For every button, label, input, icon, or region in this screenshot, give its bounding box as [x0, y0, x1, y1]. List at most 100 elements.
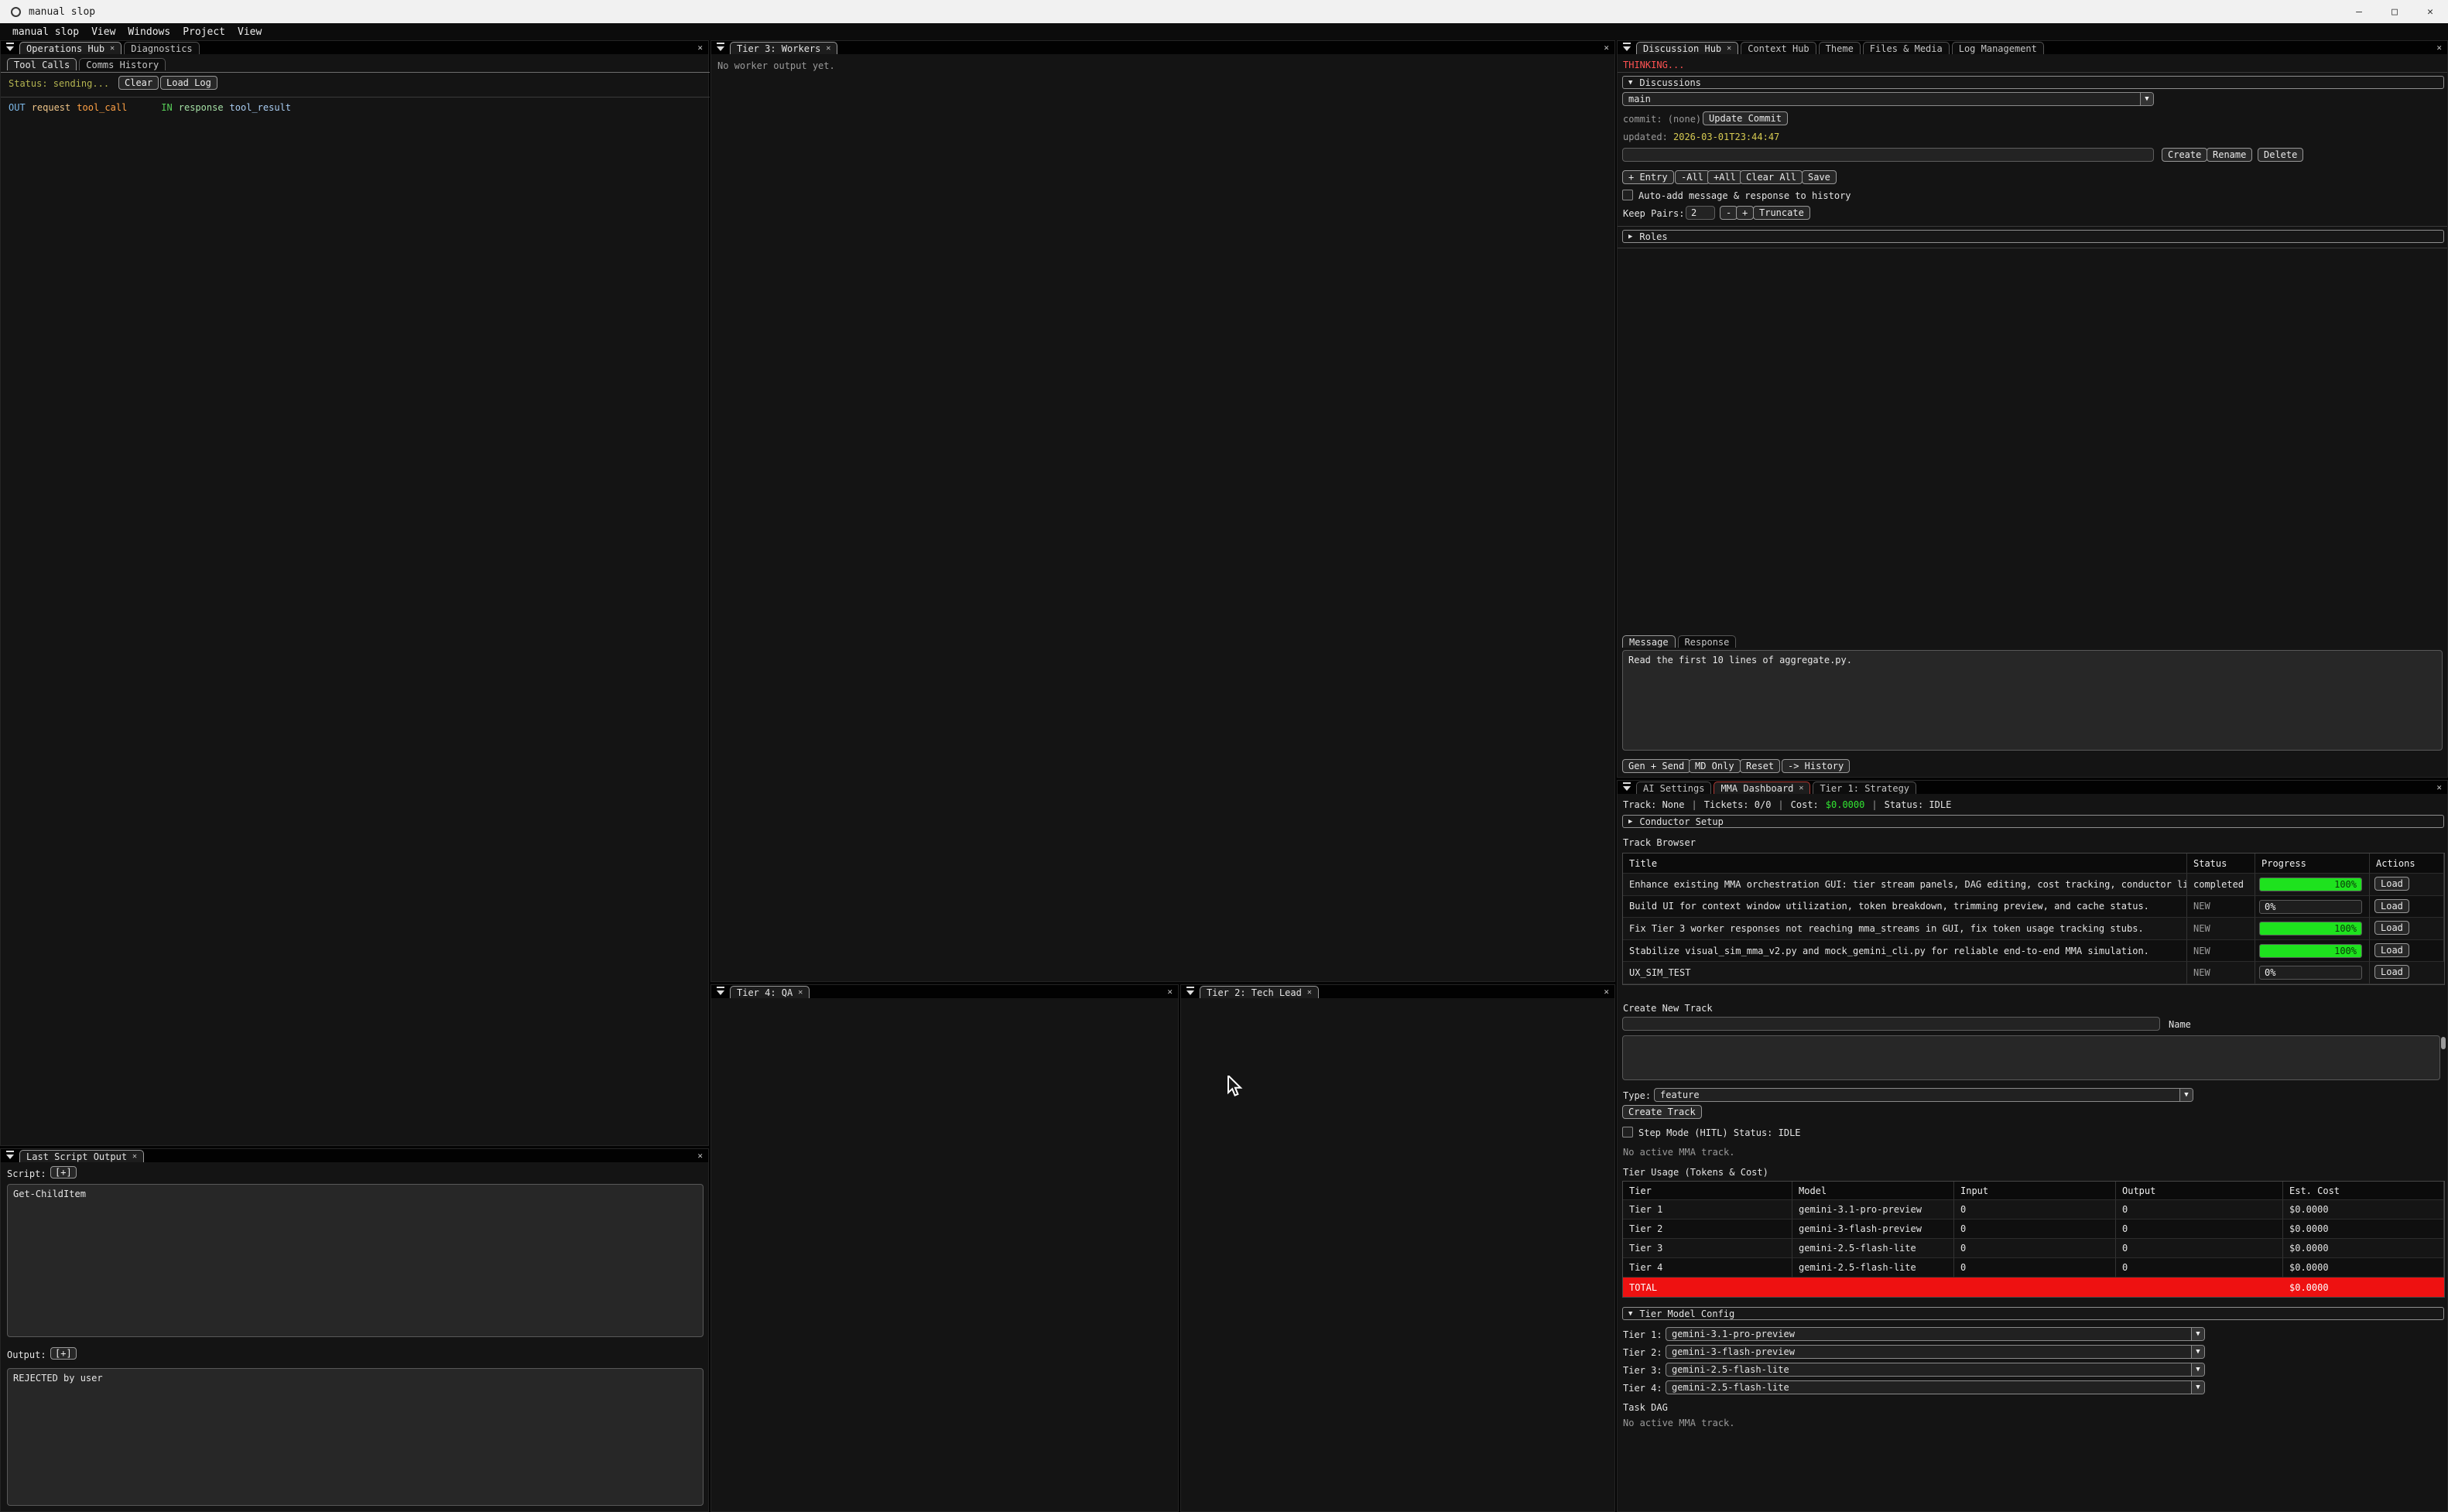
tab-close-icon[interactable]: ✕	[826, 44, 830, 53]
tier4-model-select[interactable]: gemini-2.5-flash-lite ▼	[1666, 1380, 2205, 1394]
keep-pairs-plus-button[interactable]: +	[1736, 206, 1754, 220]
tab-tier2-tech-lead[interactable]: Tier 2: Tech Lead ✕	[1200, 986, 1319, 998]
tab-close-icon[interactable]: ✕	[110, 44, 115, 53]
usage-cost: $0.0000	[2283, 1258, 2444, 1278]
script-textarea[interactable]: Get-ChildItem	[7, 1184, 704, 1337]
maximize-icon[interactable]: □	[2377, 0, 2412, 23]
close-icon[interactable]: ✕	[2412, 0, 2448, 23]
keep-pairs-input[interactable]	[1686, 206, 1715, 220]
tab-close-icon[interactable]: ✕	[798, 988, 803, 997]
dock-menu-icon[interactable]	[1621, 42, 1633, 53]
menu-project[interactable]: Project	[176, 26, 231, 38]
load-button[interactable]: Load	[2374, 943, 2409, 957]
tab-message[interactable]: Message	[1622, 635, 1676, 648]
panel-close-icon[interactable]: ✕	[2436, 43, 2442, 53]
dock-menu-icon[interactable]	[715, 986, 727, 997]
output-textarea[interactable]: REJECTED by user	[7, 1368, 704, 1506]
panel-close-icon[interactable]: ✕	[697, 1151, 703, 1161]
menu-windows[interactable]: Windows	[122, 26, 176, 38]
script-label: Script:	[7, 1168, 46, 1179]
tab-tool-calls[interactable]: Tool Calls	[7, 58, 77, 70]
panel-close-icon[interactable]: ✕	[2436, 782, 2442, 792]
panel-close-icon[interactable]: ✕	[1167, 987, 1173, 997]
load-button[interactable]: Load	[2374, 921, 2409, 935]
tab-context-hub[interactable]: Context Hub	[1741, 42, 1816, 54]
tab-comms-history[interactable]: Comms History	[79, 58, 166, 70]
status-track: Track: None	[1623, 799, 1684, 810]
tab-close-icon[interactable]: ✕	[1727, 44, 1731, 53]
tab-close-icon[interactable]: ✕	[132, 1152, 137, 1161]
minimize-icon[interactable]: —	[2341, 0, 2377, 23]
scrollbar-thumb[interactable]	[2441, 1037, 2446, 1049]
tab-files-media[interactable]: Files & Media	[1863, 42, 1950, 54]
usage-output: 0	[2116, 1200, 2283, 1220]
load-button[interactable]: Load	[2374, 965, 2409, 979]
truncate-button[interactable]: Truncate	[1753, 206, 1810, 220]
tab-close-icon[interactable]: ✕	[1799, 784, 1803, 792]
tab-close-icon[interactable]: ✕	[1307, 988, 1312, 997]
tab-theme[interactable]: Theme	[1819, 42, 1861, 54]
update-commit-button[interactable]: Update Commit	[1703, 111, 1788, 125]
md-only-button[interactable]: MD Only	[1689, 759, 1741, 773]
tier3-model-select[interactable]: gemini-2.5-flash-lite ▼	[1666, 1363, 2205, 1377]
rename-button[interactable]: Rename	[2207, 148, 2252, 162]
delete-button[interactable]: Delete	[2258, 148, 2303, 162]
dock-menu-icon[interactable]	[5, 42, 16, 53]
tab-response[interactable]: Response	[1678, 635, 1737, 648]
menu-view[interactable]: View	[85, 26, 122, 38]
track-name-input[interactable]	[1622, 1017, 2160, 1031]
menu-view-2[interactable]: View	[231, 26, 268, 38]
create-button[interactable]: Create	[2162, 148, 2207, 162]
dock-menu-icon[interactable]	[1185, 986, 1197, 997]
message-textarea[interactable]: Read the first 10 lines of aggregate.py.	[1622, 650, 2443, 751]
collapse-all-button[interactable]: -All	[1675, 170, 1710, 184]
keep-pairs-minus-button[interactable]: -	[1720, 206, 1738, 220]
panel-close-icon[interactable]: ✕	[1604, 43, 1609, 53]
gen-send-button[interactable]: Gen + Send	[1622, 759, 1690, 773]
save-button[interactable]: Save	[1802, 170, 1837, 184]
tier2-model-select[interactable]: gemini-3-flash-preview ▼	[1666, 1345, 2205, 1359]
tab-discussion-hub[interactable]: Discussion Hub ✕	[1636, 42, 1738, 54]
step-mode-checkbox[interactable]	[1622, 1127, 1633, 1137]
output-expand-button[interactable]: [+]	[50, 1347, 77, 1360]
clear-button[interactable]: Clear	[118, 76, 159, 90]
usage-tier: Tier 1	[1623, 1200, 1792, 1220]
track-type-select[interactable]: feature ▼	[1654, 1088, 2193, 1102]
tab-operations-hub[interactable]: Operations Hub ✕	[19, 42, 122, 54]
panel-close-icon[interactable]: ✕	[1604, 987, 1609, 997]
tier3-workers-panel: Tier 3: Workers ✕ ✕ No worker output yet…	[710, 40, 1615, 982]
clear-all-button[interactable]: Clear All	[1740, 170, 1803, 184]
tab-tier4-qa[interactable]: Tier 4: QA ✕	[730, 986, 810, 998]
panel-close-icon[interactable]: ✕	[697, 43, 703, 53]
tab-ai-settings[interactable]: AI Settings	[1636, 782, 1711, 794]
add-entry-button[interactable]: + Entry	[1622, 170, 1674, 184]
tab-log-management[interactable]: Log Management	[1952, 42, 2044, 54]
load-button[interactable]: Load	[2374, 899, 2409, 913]
tier1-model-select[interactable]: gemini-3.1-pro-preview ▼	[1666, 1327, 2205, 1341]
tab-diagnostics[interactable]: Diagnostics	[124, 42, 199, 54]
conductor-setup-header[interactable]: ▶ Conductor Setup	[1622, 815, 2444, 828]
roles-header[interactable]: ▶ Roles	[1622, 230, 2444, 243]
track-description-textarea[interactable]	[1622, 1035, 2440, 1080]
create-track-button[interactable]: Create Track	[1622, 1105, 1702, 1119]
tab-tier1-strategy[interactable]: Tier 1: Strategy	[1813, 782, 1916, 794]
load-button[interactable]: Load	[2374, 877, 2409, 891]
discussions-header[interactable]: ▼ Discussions	[1622, 76, 2444, 89]
dropdown-arrow-icon: ▼	[2191, 1328, 2204, 1340]
expand-all-button[interactable]: +All	[1707, 170, 1742, 184]
tier-model-config-header[interactable]: ▼ Tier Model Config	[1622, 1307, 2444, 1320]
discussion-branch-select[interactable]: main ▼	[1622, 92, 2154, 106]
autoadd-checkbox[interactable]	[1622, 190, 1633, 200]
menu-manual-slop[interactable]: manual slop	[6, 26, 85, 38]
reset-button[interactable]: Reset	[1740, 759, 1780, 773]
dock-menu-icon[interactable]	[715, 42, 727, 53]
load-log-button[interactable]: Load Log	[160, 76, 217, 90]
tab-mma-dashboard[interactable]: MMA Dashboard ✕	[1714, 782, 1810, 794]
script-expand-button[interactable]: [+]	[50, 1166, 77, 1178]
dock-menu-icon[interactable]	[1621, 782, 1633, 792]
tab-tier3-workers[interactable]: Tier 3: Workers ✕	[730, 42, 837, 54]
tab-last-script-output[interactable]: Last Script Output ✕	[19, 1150, 144, 1162]
discussion-name-input[interactable]	[1622, 148, 2154, 162]
dock-menu-icon[interactable]	[5, 1150, 16, 1161]
to-history-button[interactable]: -> History	[1782, 759, 1850, 773]
